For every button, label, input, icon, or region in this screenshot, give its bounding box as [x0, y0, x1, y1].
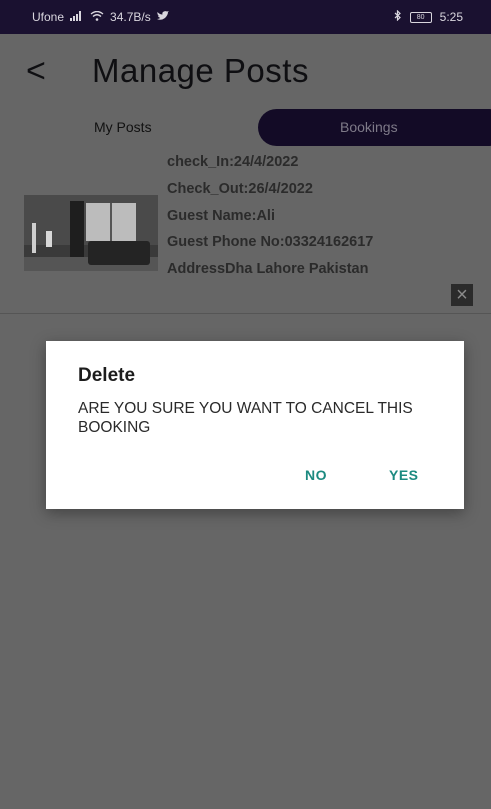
- guest-phone: Guest Phone No:03324162617: [167, 234, 374, 250]
- twitter-icon: [156, 10, 169, 24]
- close-icon[interactable]: ×: [451, 284, 473, 306]
- clock-time: 5:25: [439, 10, 463, 24]
- dialog-message: ARE YOU SURE YOU WANT TO CANCEL THIS BOO…: [78, 400, 413, 436]
- tab-my-posts[interactable]: My Posts: [94, 119, 152, 135]
- carrier-name: Ufone: [32, 10, 65, 24]
- app-header: < Manage Posts: [0, 34, 491, 108]
- check-in-date: check_In:24/4/2022: [167, 154, 299, 170]
- no-button[interactable]: NO: [305, 467, 327, 483]
- yes-button[interactable]: YES: [389, 467, 419, 483]
- bluetooth-icon: [394, 9, 402, 24]
- check-out-date: Check_Out:26/4/2022: [167, 181, 313, 197]
- tab-bookings-label: Bookings: [340, 119, 398, 135]
- hotel-room-thumbnail: [24, 195, 158, 271]
- network-speed: 34.7B/s: [110, 10, 151, 24]
- delete-dialog: Delete ARE YOU SURE YOU WANT TO CANCEL T…: [46, 341, 464, 509]
- status-bar: Ufone 34.7B/s 80 5:25: [0, 0, 491, 34]
- back-chevron-icon[interactable]: <: [26, 54, 46, 88]
- tab-bookings[interactable]: Bookings: [258, 109, 491, 146]
- guest-address: AddressDha Lahore Pakistan: [167, 261, 369, 277]
- dialog-title: Delete: [78, 365, 136, 386]
- battery-icon: 80: [409, 11, 432, 23]
- page-title: Manage Posts: [92, 52, 309, 89]
- guest-name: Guest Name:Ali: [167, 208, 275, 224]
- divider: [0, 313, 491, 314]
- signal-icon: [70, 10, 84, 24]
- booking-card: check_In:24/4/2022 Check_Out:26/4/2022 G…: [0, 150, 491, 313]
- wifi-icon: [90, 10, 104, 24]
